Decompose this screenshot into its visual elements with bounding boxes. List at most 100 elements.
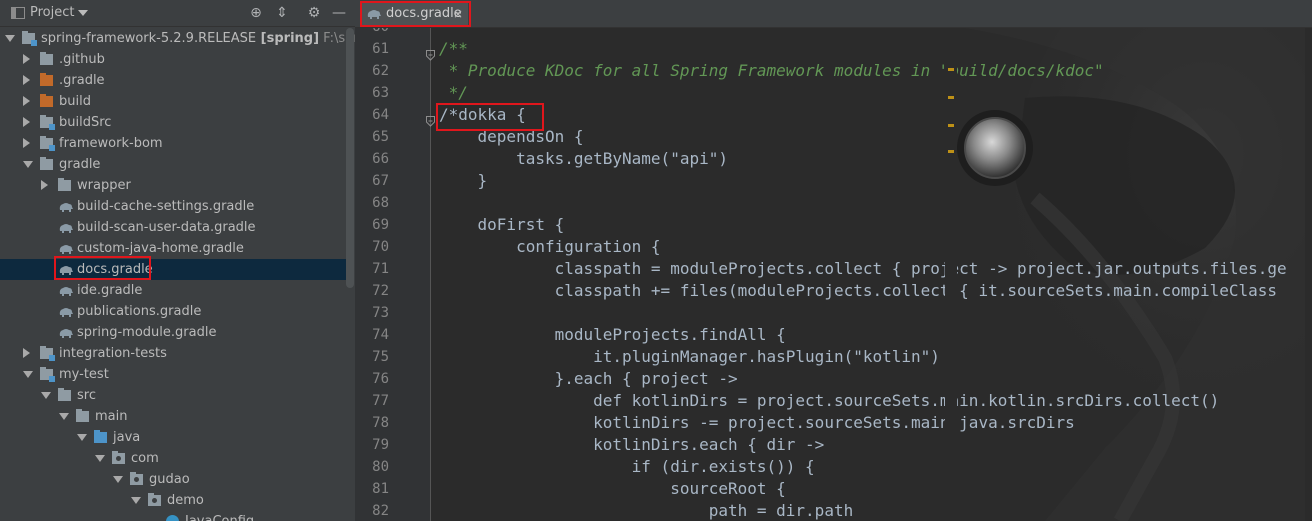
tree-item-name: JavaConfig [185, 514, 254, 521]
project-tree-scrollbar[interactable] [346, 28, 354, 288]
tree-item[interactable]: build [0, 91, 346, 112]
tree-item-name: build-scan-user-data.gradle [77, 220, 256, 235]
code-line[interactable]: /*dokka { [439, 105, 526, 124]
collapsed-arrow-icon[interactable] [23, 138, 30, 148]
expanded-arrow-icon[interactable] [113, 476, 123, 483]
expanded-arrow-icon[interactable] [23, 161, 33, 168]
project-panel-icon [11, 7, 25, 19]
tree-item[interactable]: src [0, 385, 346, 406]
expanded-arrow-icon[interactable] [59, 413, 69, 420]
code-token: it.pluginManager.hasPlugin("kotlin") [439, 347, 940, 366]
warning-marker[interactable] [948, 124, 954, 127]
tree-item[interactable]: main [0, 406, 346, 427]
warning-marker[interactable] [948, 96, 954, 99]
tree-item[interactable]: spring-module.gradle [0, 322, 346, 343]
code-editor[interactable]: 60 61 62 63 64 65 66 67 68 69 70 71 72 73 74 75 76 77 78 79… [355, 28, 1312, 521]
expanded-arrow-icon[interactable] [41, 392, 51, 399]
code-token: path = dir.path [439, 501, 854, 520]
tree-item[interactable]: gudao [0, 469, 346, 490]
expanded-arrow-icon[interactable] [23, 371, 33, 378]
tree-item[interactable]: build-cache-settings.gradle [0, 196, 346, 217]
code-line[interactable]: kotlinDirs -= project.sourceSets.main.ja… [439, 413, 1075, 432]
tree-item[interactable]: build-scan-user-data.gradle [0, 217, 346, 238]
folder-icon [40, 157, 53, 170]
tree-item[interactable]: demo [0, 490, 346, 511]
code-line[interactable]: it.pluginManager.hasPlugin("kotlin") [439, 347, 940, 366]
code-line[interactable]: * Produce KDoc for all Spring Framework … [439, 61, 1104, 80]
gradle-file-icon [58, 221, 74, 234]
collapsed-arrow-icon[interactable] [23, 117, 30, 127]
tree-item[interactable]: .github [0, 49, 346, 70]
collapsed-arrow-icon[interactable] [23, 75, 30, 85]
code-line[interactable]: tasks.getByName("api") [439, 149, 728, 168]
tree-item[interactable]: custom-java-home.gradle [0, 238, 346, 259]
tree-item-label: .github [59, 49, 105, 70]
tree-item[interactable]: framework-bom [0, 133, 346, 154]
code-token: classpath += files(moduleProjects.collec… [439, 281, 1278, 300]
folder-icon [58, 388, 71, 401]
minimize-icon[interactable]: — [330, 4, 348, 22]
tree-item[interactable]: spring-framework-5.2.9.RELEASE [spring] … [0, 28, 355, 49]
folder-icon [76, 409, 89, 422]
tree-item[interactable]: ide.gradle [0, 280, 346, 301]
fold-marker-icon[interactable] [426, 46, 435, 61]
code-line[interactable]: if (dir.exists()) { [439, 457, 815, 476]
tree-item[interactable]: wrapper [0, 175, 346, 196]
code-line[interactable]: classpath += files(moduleProjects.collec… [439, 281, 1277, 300]
line-number: 65 [372, 129, 389, 145]
code-line[interactable]: def kotlinDirs = project.sourceSets.main… [439, 391, 1219, 410]
collapse-all-icon[interactable]: ⇕ [273, 4, 291, 22]
tree-item[interactable]: gradle [0, 154, 346, 175]
code-token: tasks.getByName("api") [439, 149, 728, 168]
collapsed-arrow-icon[interactable] [41, 180, 48, 190]
collapsed-arrow-icon[interactable] [23, 54, 30, 64]
gear-icon[interactable]: ⚙ [305, 4, 323, 22]
warning-marker[interactable] [948, 150, 954, 153]
expanded-arrow-icon[interactable] [95, 455, 105, 462]
tree-item[interactable]: JavaConfig [0, 511, 346, 521]
code-line[interactable]: sourceRoot { [439, 479, 786, 498]
tree-item-name: build-cache-settings.gradle [77, 199, 255, 214]
tree-item[interactable]: com [0, 448, 346, 469]
code-line[interactable]: */ [439, 83, 468, 102]
tree-item[interactable]: buildSrc [0, 112, 346, 133]
tree-item[interactable]: .gradle [0, 70, 346, 91]
code-line[interactable]: /** [439, 39, 468, 58]
code-token: configuration { [439, 237, 661, 256]
code-line[interactable]: moduleProjects.findAll { [439, 325, 786, 344]
expanded-arrow-icon[interactable] [131, 497, 141, 504]
tree-item[interactable]: publications.gradle [0, 301, 346, 322]
tree-item[interactable]: my-test [0, 364, 346, 385]
tree-item-name: gradle [59, 157, 101, 172]
tree-item-selected[interactable]: docs.gradle [0, 259, 346, 280]
code-line[interactable]: path = dir.path [439, 501, 854, 520]
chevron-down-icon[interactable] [78, 10, 88, 16]
source-folder-icon [94, 430, 107, 443]
code-line[interactable]: configuration { [439, 237, 661, 256]
warning-marker[interactable] [948, 68, 954, 71]
tree-item-label: buildSrc [59, 112, 111, 133]
locate-target-icon[interactable]: ⊕ [247, 4, 265, 22]
expanded-arrow-icon[interactable] [77, 434, 87, 441]
code-token: kotlinDirs.each { dir -> [439, 435, 825, 454]
code-line[interactable]: doFirst { [439, 215, 565, 234]
close-tab-icon[interactable]: × [453, 2, 463, 26]
expanded-arrow-icon[interactable] [5, 35, 15, 42]
tab-docs-gradle[interactable]: docs.gradle × [360, 2, 468, 26]
module-folder-icon [40, 136, 55, 151]
collapsed-arrow-icon[interactable] [23, 96, 30, 106]
editor-error-stripe[interactable] [945, 28, 957, 521]
tree-item[interactable]: integration-tests [0, 343, 346, 364]
code-line[interactable]: }.each { project -> [439, 369, 738, 388]
line-number: 71 [372, 261, 389, 277]
collapsed-arrow-icon[interactable] [23, 348, 30, 358]
fold-marker-icon[interactable] [426, 112, 435, 127]
code-token: kotlinDirs -= project.sourceSets.main.ja… [439, 413, 1075, 432]
project-view-selector[interactable]: Project [30, 5, 74, 20]
tree-item[interactable]: java [0, 427, 346, 448]
code-line[interactable]: } [439, 171, 488, 190]
tree-item-label: gradle [59, 154, 100, 175]
code-line[interactable]: kotlinDirs.each { dir -> [439, 435, 824, 454]
code-line[interactable]: classpath = moduleProjects.collect { pro… [439, 259, 1287, 278]
code-line[interactable]: dependsOn { [439, 127, 584, 146]
